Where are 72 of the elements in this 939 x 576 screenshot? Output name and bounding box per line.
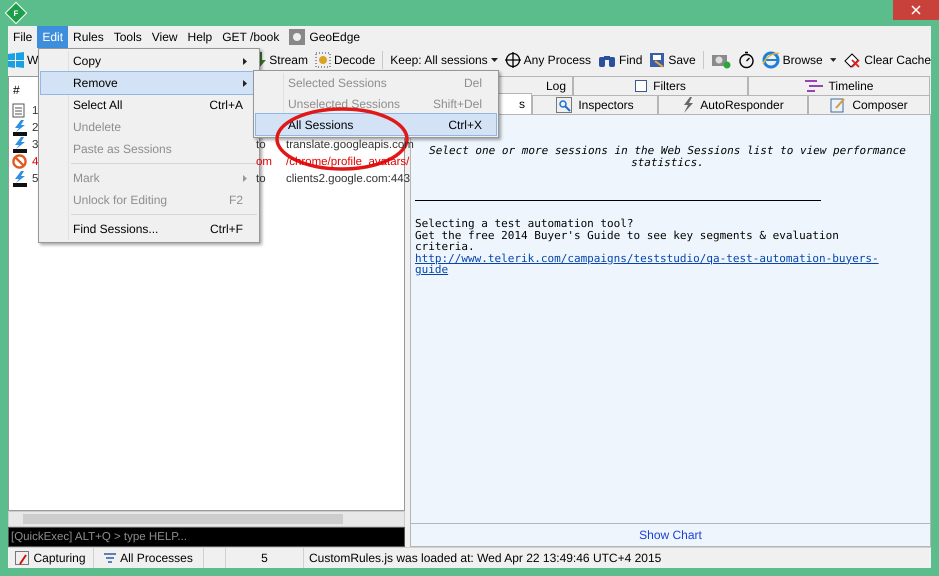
submenu-arrow-icon — [243, 58, 247, 64]
lightning-icon — [12, 136, 28, 152]
tab[interactable]: Inspectors — [532, 95, 658, 114]
toolbar-button[interactable]: Clear Cache — [843, 49, 931, 71]
toolbar-button[interactable]: Save — [649, 49, 696, 71]
menu-bar-item[interactable]: Tools — [108, 26, 147, 48]
promo-text: Selecting a test automation tool? — [415, 218, 635, 230]
toolbar-button[interactable]: W — [8, 49, 38, 71]
tab[interactable]: AutoResponder — [658, 95, 808, 114]
menu-bar-item[interactable]: File — [8, 26, 38, 48]
session-number: 1 — [32, 104, 40, 116]
menu-bar-item[interactable]: View — [146, 26, 183, 48]
toolbar-button[interactable]: Decode — [314, 49, 376, 71]
toolbar-dropdown[interactable]: Keep: All sessions — [390, 49, 498, 71]
menu-item[interactable]: Find Sessions... Ctrl+F — [41, 218, 257, 240]
save-icon — [649, 52, 666, 68]
status-text[interactable]: All Processes — [120, 551, 193, 565]
lightning-icon — [12, 120, 28, 136]
stopwatch-icon — [738, 51, 755, 69]
show-chart-link[interactable]: Show Chart — [639, 528, 702, 542]
status-text[interactable]: Capturing — [33, 551, 86, 565]
tab[interactable]: Timeline — [748, 76, 930, 95]
table-cell-text: om — [256, 156, 273, 168]
table-cell-text: to — [256, 138, 267, 150]
toolbar-button[interactable] — [738, 49, 755, 71]
lightning-icon — [12, 170, 28, 186]
session-count: 5 — [261, 551, 268, 565]
promo-text: Get the free 2014 Buyer's Guide to see key segments & evaluation criteria. — [415, 230, 840, 252]
caret-icon — [830, 58, 836, 62]
capture-icon — [15, 551, 30, 565]
crosshair-icon — [504, 52, 521, 68]
session-number: 4 — [32, 156, 40, 168]
app-logo: F — [4, 2, 28, 24]
table-cell: clients2.google.com:443 — [286, 172, 410, 184]
document-icon — [12, 103, 25, 118]
submenu-arrow-icon — [243, 80, 247, 86]
toolbar-button[interactable]: Any Process — [504, 49, 592, 71]
menu-item[interactable]: All Sessions Ctrl+X — [256, 114, 496, 135]
browser-globe-icon — [762, 51, 780, 69]
menu-item[interactable]: Select All Ctrl+A — [41, 94, 257, 116]
timeline-icon — [804, 80, 823, 92]
filter-icon — [104, 553, 116, 563]
close-button[interactable] — [893, 0, 939, 20]
close-icon — [911, 5, 921, 15]
guide-link[interactable]: http://www.telerik.com/campaigns/teststudio/qa-test-automation-buyers-guide — [415, 252, 905, 276]
tab[interactable]: Filters — [573, 76, 748, 95]
quickexec-field[interactable]: [QuickExec] ALT+Q > type HELP... — [8, 527, 405, 547]
toolbar-button[interactable]: Browse — [762, 49, 823, 71]
lightning-icon — [682, 97, 694, 113]
session-number: 2 — [32, 122, 40, 134]
horizontal-scrollbar[interactable] — [8, 511, 405, 527]
eraser-icon — [843, 51, 862, 69]
session-number: 3 — [32, 138, 40, 150]
session-number: 5 — [32, 172, 40, 184]
tab[interactable]: Composer — [808, 95, 930, 114]
menu-bar-item[interactable]: Rules — [68, 26, 109, 48]
caret-icon — [490, 58, 498, 62]
checkbox-icon — [635, 80, 648, 92]
table-cell-text: to — [256, 172, 267, 184]
inspector-icon — [556, 97, 572, 113]
blocked-icon — [12, 154, 27, 169]
menu-bar-item[interactable]: GET /book — [217, 26, 284, 48]
toolbar-button[interactable]: Find — [598, 49, 642, 71]
dotted-grid-icon — [314, 52, 331, 68]
menu-bar-item[interactable]: Help — [182, 26, 218, 48]
column-header[interactable]: # — [13, 82, 20, 96]
status-message: CustomRules.js was loaded at: Wed Apr 22 13:49:46 UTC+4 2015 — [309, 551, 662, 565]
info-message: Select one or more sessions in the Web Sessions list to view performance statistics. — [428, 145, 907, 168]
menu-item[interactable]: Copy — [41, 50, 257, 72]
submenu-arrow-icon — [243, 174, 247, 182]
menu-bar-item[interactable]: GeoEdge — [284, 26, 366, 48]
windows-icon — [8, 52, 24, 68]
